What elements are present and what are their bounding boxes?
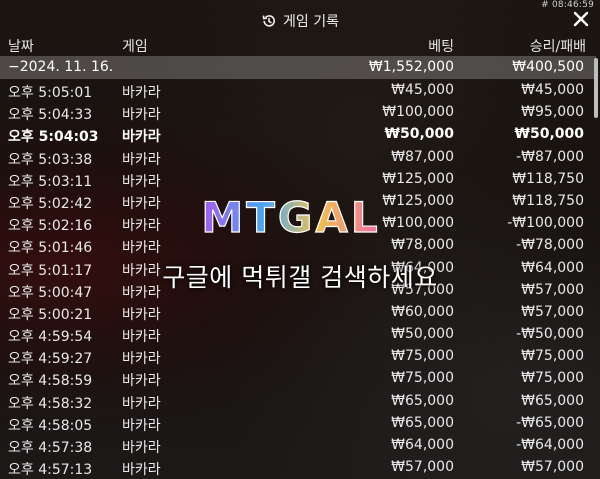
table-row[interactable]: 오후 5:03:11 바카라 ₩125,000 ₩118,750 (0, 168, 596, 190)
column-header-result: 승리/패배 (529, 39, 586, 55)
row-result: ₩45,000 (521, 82, 584, 98)
row-date: 오후 5:02:16 (8, 218, 93, 235)
table-row[interactable]: 오후 5:05:01 바카라 ₩45,000 ₩45,000 (0, 79, 596, 101)
row-date: 오후 4:58:59 (8, 373, 93, 390)
summary-row[interactable]: −2024. 11. 16. ₩1,552,000 ₩400,500 (0, 56, 596, 79)
row-result: -₩50,000 (516, 326, 584, 343)
table-row[interactable]: 오후 5:04:03 바카라 ₩50,000 ₩50,000 (0, 123, 596, 145)
table-row[interactable]: 오후 5:00:21 바카라 ₩60,000 ₩57,000 (0, 301, 596, 323)
row-bet: ₩125,000 (382, 170, 454, 187)
row-bet: ₩65,000 (391, 392, 454, 409)
page-title: 게임 기록 (283, 14, 339, 30)
table-row[interactable]: 오후 4:57:13 바카라 ₩57,000 ₩57,000 (0, 456, 596, 478)
row-result: ₩118,750 (512, 170, 584, 187)
column-header-date: 날짜 (8, 39, 34, 55)
scrollbar[interactable] (594, 58, 598, 118)
row-date: 오후 5:03:38 (8, 151, 93, 168)
row-game: 바카라 (122, 107, 161, 124)
row-game: 바카라 (122, 462, 161, 479)
row-game: 바카라 (122, 373, 161, 390)
close-icon (573, 11, 589, 27)
row-date: 오후 4:58:32 (8, 395, 93, 412)
row-bet: ₩100,000 (382, 104, 454, 121)
row-result: -₩87,000 (516, 148, 584, 165)
row-bet: ₩50,000 (384, 126, 454, 143)
row-result: ₩57,000 (521, 459, 584, 476)
row-game: 바카라 (122, 417, 161, 434)
row-bet: ₩65,000 (391, 414, 454, 431)
row-game: 바카라 (122, 195, 161, 212)
row-game: 바카라 (122, 85, 161, 101)
column-header-bet: 베팅 (428, 39, 454, 55)
row-game: 바카라 (122, 240, 161, 257)
row-result: -₩65,000 (516, 414, 584, 431)
row-bet: ₩60,000 (391, 303, 454, 320)
row-result: ₩95,000 (521, 104, 584, 121)
row-bet: ₩87,000 (391, 148, 454, 165)
row-date: 오후 5:04:03 (8, 129, 99, 146)
row-date: 오후 5:04:33 (8, 107, 93, 124)
history-icon (262, 15, 275, 27)
table-header: 날짜 게임 베팅 승리/패배 (0, 34, 600, 56)
table-row[interactable]: 오후 4:57:38 바카라 ₩64,000 -₩64,000 (0, 434, 596, 456)
close-button[interactable] (570, 8, 592, 30)
row-bet: ₩50,000 (391, 326, 454, 343)
row-bet: ₩78,000 (391, 237, 454, 254)
summary-bet: ₩1,552,000 (368, 59, 454, 75)
row-result: -₩64,000 (516, 437, 584, 453)
row-result: ₩118,750 (512, 192, 584, 209)
row-result: ₩50,000 (514, 126, 584, 143)
row-date: 오후 5:02:42 (8, 195, 93, 212)
mtgal-logo: MTGAL (201, 192, 380, 242)
table-row[interactable]: 오후 5:04:33 바카라 ₩100,000 ₩95,000 (0, 101, 596, 123)
summary-result: ₩400,500 (512, 59, 584, 75)
logo-text: MTGAL (201, 193, 380, 242)
row-date: 오후 4:57:38 (8, 440, 93, 456)
table-row[interactable]: 오후 4:58:32 바카라 ₩65,000 ₩65,000 (0, 390, 596, 412)
row-bet: ₩64,000 (391, 437, 454, 453)
table-row[interactable]: 오후 4:58:05 바카라 ₩65,000 -₩65,000 (0, 412, 596, 434)
summary-date: −2024. 11. 16. (8, 59, 114, 75)
row-result: -₩100,000 (507, 215, 584, 232)
row-game: 바카라 (122, 173, 161, 190)
row-game: 바카라 (122, 151, 161, 168)
row-date: 오후 5:00:21 (8, 306, 93, 323)
row-date: 오후 5:03:11 (8, 173, 93, 190)
row-date: 오후 4:59:27 (8, 351, 93, 368)
row-bet: ₩45,000 (391, 82, 454, 98)
row-game: 바카라 (122, 129, 161, 146)
table-row[interactable]: 오후 4:58:59 바카라 ₩75,000 ₩75,000 (0, 367, 596, 389)
row-bet: ₩125,000 (382, 192, 454, 209)
row-game: 바카라 (122, 440, 161, 456)
table-row[interactable]: 오후 4:59:54 바카라 ₩50,000 -₩50,000 (0, 323, 596, 345)
row-game: 바카라 (122, 306, 161, 323)
title-bar: 게임 기록 (0, 8, 600, 34)
row-result: ₩75,000 (521, 348, 584, 365)
row-date: 오후 4:58:05 (8, 417, 93, 434)
row-bet: ₩100,000 (382, 215, 454, 232)
column-header-game: 게임 (122, 39, 148, 55)
row-bet: ₩75,000 (391, 348, 454, 365)
watermark-text: 구글에 먹튀갤 검색하세요 (162, 263, 438, 292)
game-history-panel: # 08:46:59 게임 기록 날짜 게임 베팅 승리/패배 −2024. 1… (0, 0, 600, 479)
table-row[interactable]: 오후 4:59:27 바카라 ₩75,000 ₩75,000 (0, 345, 596, 367)
row-game: 바카라 (122, 329, 161, 346)
row-date: 오후 5:01:46 (8, 240, 93, 257)
row-date: 오후 4:57:13 (8, 462, 93, 479)
row-bet: ₩57,000 (391, 459, 454, 476)
row-game: 바카라 (122, 395, 161, 412)
row-date: 오후 4:59:54 (8, 329, 93, 346)
row-result: -₩78,000 (516, 237, 584, 254)
row-bet: ₩75,000 (391, 370, 454, 387)
row-game: 바카라 (122, 218, 161, 235)
row-date: 오후 5:05:01 (8, 85, 93, 101)
row-result: ₩75,000 (521, 370, 584, 387)
row-result: ₩65,000 (521, 392, 584, 409)
row-game: 바카라 (122, 351, 161, 368)
row-result: ₩57,000 (521, 303, 584, 320)
table-row[interactable]: 오후 5:03:38 바카라 ₩87,000 -₩87,000 (0, 146, 596, 168)
